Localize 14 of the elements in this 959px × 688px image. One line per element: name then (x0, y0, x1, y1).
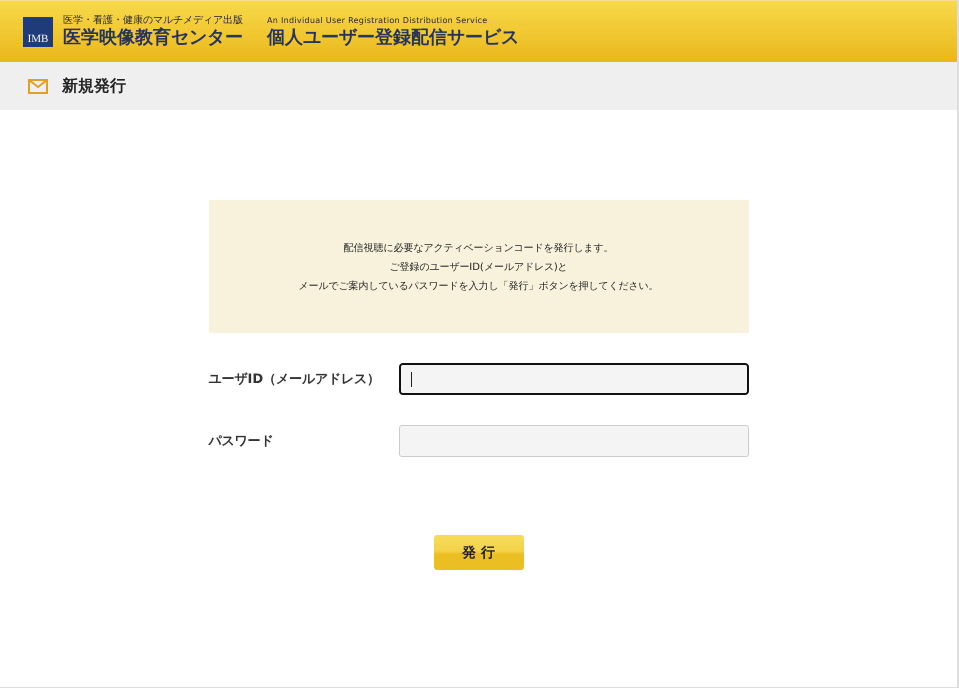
notice-text: メールでご案内しているパスワードを入力し「発行」ボタンを押してください。 (298, 280, 658, 292)
logo-mark: IMB (23, 16, 53, 46)
input-field[interactable] (398, 363, 748, 395)
tagline: 医学・看護・健康のマルチメディア出版 (63, 14, 243, 26)
field-label: ユーザID（メールアドレス） (208, 371, 380, 388)
service-title: 個人ユーザー登録配信サービス (267, 26, 519, 48)
service-subtitle: An Individual User Registration Distribution Service (267, 14, 489, 26)
page-title: 新規発行 (62, 76, 126, 96)
submit-button[interactable]: 発 行 (434, 535, 524, 570)
envelope-icon (28, 78, 48, 94)
notice-text: 配信視聴に必要なアクティベーションコードを発行します。 (344, 242, 614, 254)
notice-text: ご登録のユーザーID(メールアドレス)と (389, 260, 568, 274)
brand-name: 医学映像教育センター (63, 26, 243, 48)
field-label: パスワード (208, 433, 274, 450)
